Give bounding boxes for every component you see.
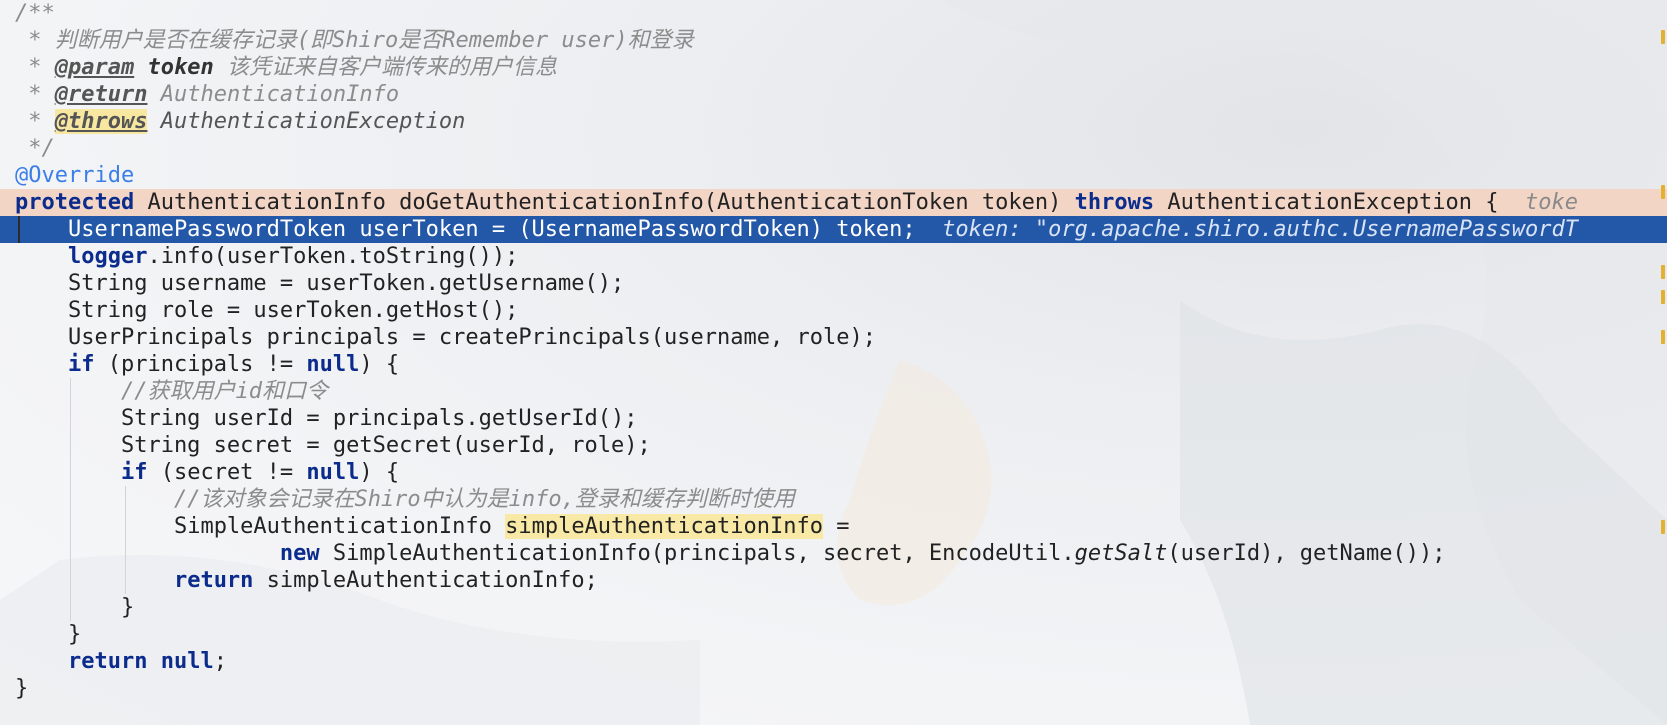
code-line[interactable]: UserPrincipals principals = createPrinci… xyxy=(0,324,1667,351)
code-line[interactable]: * 判断用户是否在缓存记录(即Shiro是否Remember user)和登录 xyxy=(0,27,1667,54)
field-reference: logger xyxy=(67,244,148,269)
keyword: return xyxy=(67,649,148,674)
code-line[interactable]: * @throws AuthenticationException xyxy=(0,108,1667,135)
keyword: if xyxy=(67,352,95,377)
line-comment: //该对象会记录在Shiro中认为是info,登录和缓存判断时使用 xyxy=(173,487,795,512)
code-line[interactable]: return null; xyxy=(0,648,1667,675)
doc-type: AuthenticationInfo xyxy=(160,82,400,107)
doc-param-desc: 该凭证来自客户端传来的用户信息 xyxy=(226,55,557,80)
code-token: (secret != xyxy=(147,460,307,485)
static-method: getSalt xyxy=(1074,541,1168,566)
keyword: if xyxy=(120,460,148,485)
highlighted-variable: simpleAuthenticationInfo xyxy=(505,514,823,539)
doc-tag: @throws xyxy=(54,109,148,134)
code-line[interactable]: UsernamePasswordToken userToken = (Usern… xyxy=(0,216,1667,243)
code-token: SimpleAuthenticationInfo(principals, sec… xyxy=(319,541,1075,566)
code-line[interactable]: String secret = getSecret(userId, role); xyxy=(0,432,1667,459)
code-line[interactable]: * @param token 该凭证来自客户端传来的用户信息 xyxy=(0,54,1667,81)
caret-marker xyxy=(18,216,20,243)
doc-param-name: token xyxy=(147,55,214,80)
code-line[interactable]: String userId = principals.getUserId(); xyxy=(0,405,1667,432)
keyword: new xyxy=(279,541,320,566)
code-line[interactable]: SimpleAuthenticationInfo simpleAuthentic… xyxy=(0,513,1667,540)
code-line[interactable]: if (principals != null) { xyxy=(0,351,1667,378)
keyword: null xyxy=(306,460,360,485)
code-token: } xyxy=(15,622,82,647)
code-token: String userId = principals.getUserId(); xyxy=(15,406,638,431)
keyword: return xyxy=(173,568,254,593)
doc-comment: * xyxy=(15,82,55,107)
error-stripe[interactable] xyxy=(1657,0,1667,725)
code-token: UsernamePasswordToken userToken = (Usern… xyxy=(15,217,943,242)
inline-debug-hint: toke xyxy=(1524,190,1578,215)
code-token: simpleAuthenticationInfo; xyxy=(253,568,598,593)
code-line[interactable]: } xyxy=(0,594,1667,621)
line-comment: //获取用户id和口令 xyxy=(120,379,328,404)
code-token: SimpleAuthenticationInfo xyxy=(173,514,506,539)
code-line[interactable]: } xyxy=(0,621,1667,648)
doc-comment: /** xyxy=(15,1,55,26)
code-line[interactable]: //获取用户id和口令 xyxy=(0,378,1667,405)
doc-comment: * xyxy=(15,55,55,80)
code-line[interactable]: /** xyxy=(0,0,1667,27)
code-token: UserPrincipals principals = createPrinci… xyxy=(15,325,876,350)
doc-type: AuthenticationException xyxy=(160,109,466,134)
code-line[interactable]: protected AuthenticationInfo doGetAuthen… xyxy=(0,189,1667,216)
code-token: (userId), getName()); xyxy=(1167,541,1446,566)
code-token: } xyxy=(15,676,29,701)
code-line[interactable]: */ xyxy=(0,135,1667,162)
code-token: String role = userToken.getHost(); xyxy=(15,298,519,323)
doc-tag: @return xyxy=(54,82,148,107)
code-token: String secret = getSecret(userId, role); xyxy=(15,433,651,458)
code-token: String username = userToken.getUsername(… xyxy=(15,271,625,296)
code-line[interactable]: * @return AuthenticationInfo xyxy=(0,81,1667,108)
doc-comment: * xyxy=(15,109,55,134)
keyword: null xyxy=(160,649,214,674)
keyword: protected xyxy=(15,190,135,215)
code-line[interactable]: logger.info(userToken.toString()); xyxy=(0,243,1667,270)
doc-tag: @param xyxy=(54,55,135,80)
keyword: null xyxy=(306,352,360,377)
code-line[interactable]: String role = userToken.getHost(); xyxy=(0,297,1667,324)
code-token: = xyxy=(822,514,850,539)
indent-guide xyxy=(70,378,71,621)
doc-comment: */ xyxy=(15,136,55,161)
doc-comment: * 判断用户是否在缓存记录(即Shiro是否Remember user)和登录 xyxy=(15,28,694,53)
code-line[interactable]: String username = userToken.getUsername(… xyxy=(0,270,1667,297)
code-line[interactable]: //该对象会记录在Shiro中认为是info,登录和缓存判断时使用 xyxy=(0,486,1667,513)
keyword: throws xyxy=(1074,190,1155,215)
code-line[interactable]: @Override xyxy=(0,162,1667,189)
code-token: ) { xyxy=(359,352,400,377)
annotation: @Override xyxy=(15,163,135,188)
code-line[interactable]: if (secret != null) { xyxy=(0,459,1667,486)
code-editor[interactable]: /** * 判断用户是否在缓存记录(即Shiro是否Remember user)… xyxy=(0,0,1667,725)
code-token: ) { xyxy=(359,460,400,485)
code-token: .info(userToken.toString()); xyxy=(147,244,519,269)
method-signature: AuthenticationInfo doGetAuthenticationIn… xyxy=(134,190,1075,215)
inline-debug-hint: token: "org.apache.shiro.authc.UsernameP… xyxy=(942,217,1578,242)
code-token: (principals != xyxy=(94,352,307,377)
code-token: } xyxy=(15,595,135,620)
code-area[interactable]: /** * 判断用户是否在缓存记录(即Shiro是否Remember user)… xyxy=(0,0,1667,702)
code-token: ; xyxy=(213,649,227,674)
indent-guide xyxy=(125,486,126,594)
code-line[interactable]: return simpleAuthenticationInfo; xyxy=(0,567,1667,594)
code-line[interactable]: } xyxy=(0,675,1667,702)
code-token: AuthenticationException { xyxy=(1154,190,1525,215)
code-line[interactable]: new SimpleAuthenticationInfo(principals,… xyxy=(0,540,1667,567)
